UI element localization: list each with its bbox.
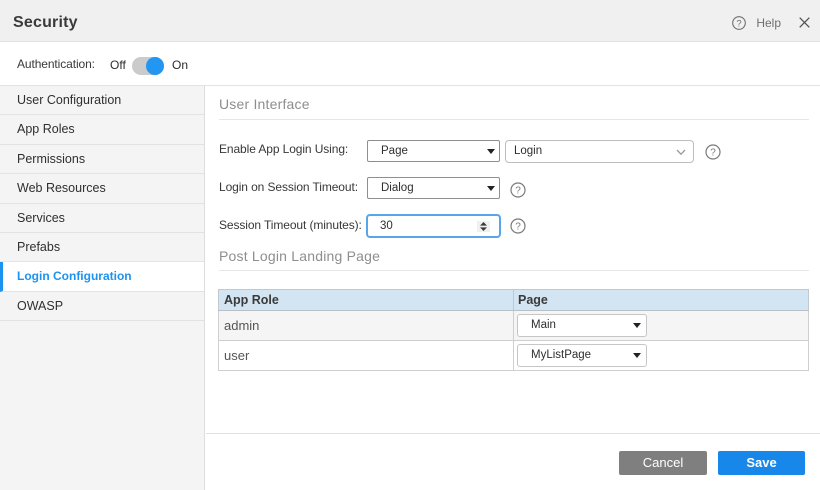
svg-text:?: ? [515, 222, 521, 233]
svg-text:?: ? [515, 186, 521, 197]
svg-text:?: ? [737, 19, 742, 30]
svg-text:?: ? [710, 148, 716, 159]
